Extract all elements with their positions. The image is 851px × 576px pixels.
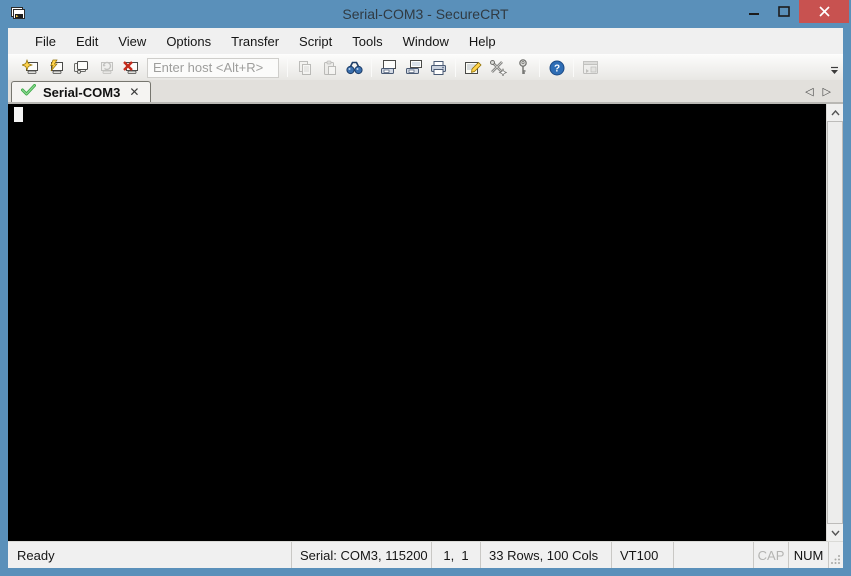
minimize-button[interactable] — [739, 0, 769, 23]
print-screen-icon[interactable] — [376, 57, 401, 79]
tab-scroll-left-icon[interactable]: ◁ — [805, 87, 813, 98]
maximize-button[interactable] — [769, 0, 799, 23]
tab-serial-com3[interactable]: Serial-COM3 ✕ — [11, 81, 152, 102]
disconnect-icon[interactable] — [118, 57, 143, 79]
global-options-icon[interactable] — [485, 57, 510, 79]
status-ready: Ready — [17, 547, 55, 563]
toolbar-separator — [573, 58, 574, 77]
status-encryption — [674, 542, 754, 568]
session-options-icon[interactable] — [460, 57, 485, 79]
menu-file[interactable]: File — [25, 29, 66, 54]
menubar: File Edit View Options Transfer Script T… — [8, 28, 843, 54]
scrollbar-thumb[interactable] — [827, 121, 843, 524]
scrollbar-track[interactable] — [827, 121, 843, 524]
connect-icon[interactable] — [18, 57, 43, 79]
terminal-screen[interactable] — [8, 104, 826, 541]
statusbar: Ready Serial: COM3, 115200 1, 1 33 Rows,… — [8, 541, 843, 568]
find-icon[interactable] — [342, 57, 367, 79]
copy-icon[interactable] — [292, 57, 317, 79]
window-title: Serial-COM3 - SecureCRT — [342, 6, 509, 22]
menu-tools[interactable]: Tools — [342, 29, 392, 54]
toolbar-separator — [455, 58, 456, 77]
toolbar-separator — [539, 58, 540, 77]
securecrt-window: Serial-COM3 - SecureCRT File Edit View O… — [0, 0, 851, 576]
status-terminal-size: 33 Rows, 100 Cols — [481, 542, 612, 568]
tab-scroll-right-icon[interactable]: ▷ — [823, 87, 831, 98]
status-emulation: VT100 — [612, 542, 674, 568]
vertical-scrollbar[interactable] — [826, 104, 843, 541]
key-agent-icon[interactable] — [510, 57, 535, 79]
menu-view[interactable]: View — [108, 29, 156, 54]
status-num-lock: NUM — [789, 542, 829, 568]
toolbar: ? — [8, 54, 843, 80]
tabbar: Serial-COM3 ✕ ◁ ▷ — [8, 80, 843, 104]
titlebar[interactable]: Serial-COM3 - SecureCRT — [0, 0, 851, 28]
host-input[interactable] — [147, 57, 279, 78]
connect-in-tab-icon[interactable] — [68, 57, 93, 79]
scroll-down-icon[interactable] — [827, 524, 843, 541]
status-cursor-position: 1, 1 — [432, 542, 481, 568]
scroll-up-icon[interactable] — [827, 104, 843, 121]
terminal-cursor — [14, 107, 23, 122]
close-button[interactable] — [799, 0, 849, 23]
print-icon[interactable] — [426, 57, 451, 79]
menu-script[interactable]: Script — [289, 29, 342, 54]
app-icon[interactable] — [8, 5, 26, 23]
toolbar-separator — [287, 58, 288, 77]
resize-grip[interactable] — [829, 542, 843, 568]
svg-text:?: ? — [553, 63, 559, 74]
connected-check-icon — [21, 83, 36, 101]
tab-label: Serial-COM3 — [43, 84, 121, 100]
help-icon[interactable]: ? — [544, 57, 569, 79]
menu-help[interactable]: Help — [459, 29, 506, 54]
terminal-row — [8, 104, 843, 541]
toolbar-separator — [371, 58, 372, 77]
print-eject-icon[interactable] — [401, 57, 426, 79]
menu-options[interactable]: Options — [156, 29, 221, 54]
securefx-icon[interactable] — [578, 57, 603, 79]
menu-transfer[interactable]: Transfer — [221, 29, 289, 54]
tab-close-icon[interactable]: ✕ — [127, 85, 141, 99]
status-serial-connection: Serial: COM3, 115200 — [291, 542, 432, 568]
menu-window[interactable]: Window — [393, 29, 459, 54]
status-caps-lock: CAP — [754, 542, 789, 568]
reconnect-icon[interactable] — [93, 57, 118, 79]
paste-icon[interactable] — [317, 57, 342, 79]
menu-edit[interactable]: Edit — [66, 29, 108, 54]
quick-connect-icon[interactable] — [43, 57, 68, 79]
toolbar-overflow-button[interactable] — [828, 63, 841, 77]
